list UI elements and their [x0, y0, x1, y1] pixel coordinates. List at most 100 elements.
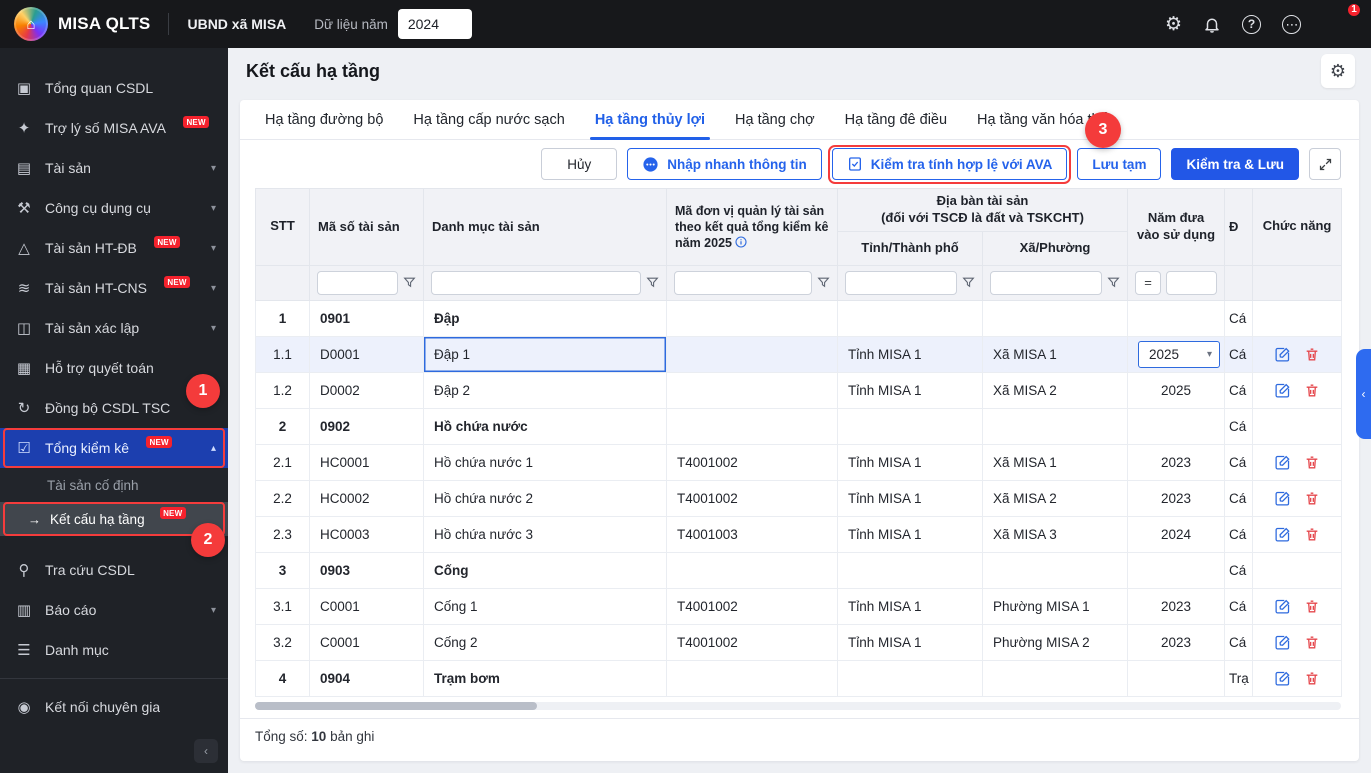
filter-name-input[interactable] [431, 270, 641, 295]
sidebar-item-danh-muc[interactable]: ☰ Danh mục [0, 630, 228, 670]
sidebar-item-tai-san[interactable]: ▤ Tài sản ▾ [0, 148, 228, 188]
sidebar-item-bao-cao[interactable]: ▥ Báo cáo ▾ [0, 590, 228, 630]
header-province: Tỉnh/Thành phố [837, 230, 983, 266]
edit-row-button[interactable] [1274, 670, 1291, 687]
chevron-icon: ▾ [210, 242, 216, 254]
organization-name: UBND xã MISA [187, 16, 287, 32]
ava-validate-button[interactable]: Kiểm tra tính hợp lệ với AVA [828, 144, 1071, 184]
expert-icon: ◉ [17, 699, 31, 716]
settings-gear-icon[interactable]: ⚙ [1165, 15, 1182, 34]
delete-row-button[interactable] [1304, 670, 1320, 687]
delete-row-button[interactable] [1304, 382, 1320, 399]
filter-icon[interactable] [1107, 276, 1120, 289]
filter-unit-cell [1224, 264, 1254, 301]
data-year-label: Dữ liệu năm [314, 16, 388, 32]
filter-icon[interactable] [962, 276, 975, 289]
annotation-step-3: 3 [1085, 112, 1121, 148]
sidebar-item-tong-kiem-ke[interactable]: ☑ Tổng kiểm kê NEW ▴ [0, 428, 228, 468]
save-draft-button[interactable]: Lưu tạm [1077, 148, 1162, 180]
filter-year-input[interactable] [1166, 270, 1218, 295]
edit-pencil-icon [1275, 347, 1290, 362]
new-badge: NEW [182, 116, 210, 128]
sidebar-item-tai-san-co-dinh[interactable]: Tài sản cố định [0, 468, 228, 502]
topbar-actions: ⚙ ? ⋯ 1 [1165, 1, 1362, 41]
sidebar-collapse-button[interactable]: ‹ [194, 739, 218, 763]
header-unit: Đ [1224, 188, 1254, 266]
edit-row-button[interactable] [1274, 490, 1291, 507]
edit-row-button[interactable] [1274, 526, 1291, 543]
total-label: Tổng số: [255, 728, 308, 744]
filter-mgmt-input[interactable] [674, 270, 812, 295]
header-area-group: Địa bàn tài sản (đối với TSCĐ là đất và … [836, 188, 1129, 232]
table-row: 2.3 HC0003 Hồ chứa nước 3 T4001003 Tỉnh … [255, 515, 1343, 553]
header-name: Danh mục tài sản [423, 188, 667, 266]
trash-icon [1306, 528, 1318, 541]
sidebar-item-cong-cu-dung-cu[interactable]: ⚒ Công cụ dụng cụ ▾ [0, 188, 228, 228]
sidebar-item-tai-san-ht-db[interactable]: △ Tài sản HT-ĐB NEW ▾ [0, 228, 228, 268]
tab-4[interactable]: Hạ tầng chợ [720, 100, 830, 139]
expand-button[interactable] [1309, 148, 1341, 180]
side-panel-toggle[interactable]: ‹ [1356, 349, 1371, 439]
sidebar-item-tro-ly-so-misa-ava[interactable]: ✦ Trợ lý số MISA AVA NEW [0, 108, 228, 148]
delete-row-button[interactable] [1304, 598, 1320, 615]
filter-code-input[interactable] [317, 270, 398, 295]
table-row: 4 0904 Trạm bơm Trạ [255, 659, 1343, 697]
scrollbar-thumb[interactable] [255, 701, 537, 710]
delete-row-button[interactable] [1304, 634, 1320, 651]
grid-footer: Tổng số: 10 bản ghi [240, 717, 1359, 756]
edit-row-button[interactable] [1274, 382, 1291, 399]
chevron-icon: ▾ [210, 604, 216, 616]
edit-row-button[interactable] [1274, 598, 1291, 615]
year-dropdown: 2023 [1160, 634, 1192, 650]
chevron-icon: ▾ [210, 282, 216, 294]
delete-row-button[interactable] [1304, 454, 1320, 471]
filter-province-input[interactable] [845, 270, 957, 295]
new-badge: NEW [159, 507, 186, 519]
sidebar-item-ket-noi-chuyen-gia[interactable]: ◉ Kết nối chuyên gia [0, 687, 228, 727]
notification-bell-icon[interactable] [1203, 15, 1221, 34]
search-icon: ⚲ [18, 562, 30, 579]
page-settings-button[interactable]: ⚙ [1321, 54, 1355, 88]
table-row: 2.1 HC0001 Hồ chứa nước 1 T4001002 Tỉnh … [255, 443, 1343, 481]
edit-row-button[interactable] [1274, 346, 1291, 363]
more-options-icon[interactable]: ⋯ [1282, 14, 1301, 34]
delete-row-button[interactable] [1304, 526, 1320, 543]
sidebar-item-tai-san-ht-cns[interactable]: ≋ Tài sản HT-CNS NEW ▾ [0, 268, 228, 308]
delete-row-button[interactable] [1304, 346, 1320, 363]
cancel-button[interactable]: Hủy [541, 148, 618, 180]
tab-2[interactable]: Hạ tầng cấp nước sạch [398, 100, 579, 139]
table-row: 3.2 C0001 Cống 2 T4001002 Tỉnh MISA 1 Ph… [255, 623, 1343, 661]
check-and-save-button[interactable]: Kiểm tra & Lưu [1171, 148, 1299, 180]
year-dropdown: 2023 [1160, 490, 1192, 506]
menu-divider [0, 678, 228, 679]
edit-row-button[interactable] [1274, 634, 1291, 651]
filter-icon[interactable] [646, 276, 659, 289]
table-header-row-1: STT Mã số tài sản Danh mục tài sản Mã đơ… [255, 188, 1343, 266]
header-year: Năm đưa vào sử dụng [1127, 188, 1226, 266]
edit-row-button[interactable] [1274, 454, 1291, 471]
sidebar-item-tai-san-xac-lap[interactable]: ◫ Tài sản xác lập ▾ [0, 308, 228, 348]
info-icon[interactable] [735, 236, 748, 248]
asset-table-body: 1 0901 Đập Cá 1.1 D0001 Đập 1 Tỉnh MISA … [255, 299, 1343, 697]
data-year-input[interactable] [397, 9, 472, 39]
user-avatar[interactable]: 1 [1322, 1, 1362, 41]
tab-5[interactable]: Hạ tầng đê điều [830, 100, 962, 139]
filter-icon[interactable] [403, 276, 416, 289]
filter-actions-cell [1252, 264, 1343, 301]
assistant-icon: ✦ [17, 120, 31, 137]
sidebar-item-tong-quan-csdl[interactable]: ▣ Tổng quan CSDL [0, 68, 228, 108]
comment-icon [643, 156, 658, 172]
delete-row-button[interactable] [1304, 490, 1320, 507]
filter-ward-input[interactable] [990, 270, 1103, 295]
filter-year-operator[interactable]: = [1135, 270, 1162, 295]
chevron-left-icon: ‹ [1361, 387, 1366, 401]
document-check-icon [848, 157, 861, 171]
help-icon[interactable]: ? [1242, 14, 1261, 34]
tab-3[interactable]: Hạ tầng thủy lợi [580, 100, 720, 140]
chevron-icon: ▾ [210, 162, 216, 174]
quick-entry-button[interactable]: Nhập nhanh thông tin [627, 148, 822, 180]
filter-icon[interactable] [817, 276, 830, 289]
sidebar-item-tra-cuu-csdl[interactable]: ⚲ Tra cứu CSDL [0, 550, 228, 590]
tab-1[interactable]: Hạ tầng đường bộ [250, 100, 398, 139]
year-dropdown: 2023 [1160, 454, 1192, 470]
